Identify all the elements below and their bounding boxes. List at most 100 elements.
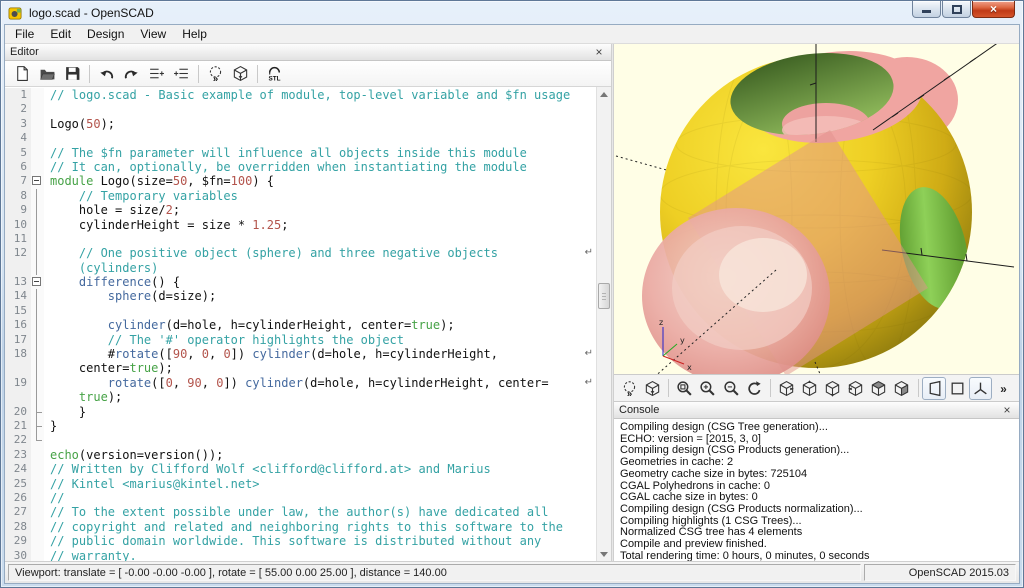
code-line[interactable]: 29// public domain worldwide. This softw… xyxy=(5,534,596,548)
editor-scrollbar[interactable] xyxy=(596,87,611,561)
save-file-button[interactable] xyxy=(60,62,85,85)
view-right-button[interactable] xyxy=(775,377,798,400)
code-line[interactable]: (cylinders) xyxy=(5,261,596,275)
view-left-button[interactable] xyxy=(844,377,867,400)
code-line[interactable]: 18 #rotate([90, 0, 0]) cylinder(d=hole, … xyxy=(5,347,596,361)
zoom-out-button[interactable] xyxy=(719,377,742,400)
scroll-down-arrow-icon[interactable] xyxy=(597,547,611,561)
line-number: 10 xyxy=(5,218,31,232)
code-line[interactable]: 15 xyxy=(5,304,596,318)
menu-file[interactable]: File xyxy=(7,25,42,43)
code-text: hole = size/2; xyxy=(44,203,596,217)
code-line[interactable]: 20 } xyxy=(5,405,596,419)
scrollbar-thumb[interactable] xyxy=(598,283,610,309)
orthogonal-button[interactable] xyxy=(946,377,969,400)
code-line[interactable]: 30// warranty. xyxy=(5,549,596,562)
toolbar-separator xyxy=(89,65,90,83)
code-line[interactable]: 4 xyxy=(5,131,596,145)
fold-margin[interactable] xyxy=(31,174,44,188)
zoom-all-button[interactable] xyxy=(673,377,696,400)
line-number: 13 xyxy=(5,275,31,289)
3d-viewport[interactable]: z y x xyxy=(614,44,1019,374)
code-text: // xyxy=(44,491,596,505)
code-line[interactable]: 16 cylinder(d=hole, h=cylinderHeight, ce… xyxy=(5,318,596,332)
code-line[interactable]: 5// The $fn parameter will influence all… xyxy=(5,146,596,160)
line-number: 22 xyxy=(5,433,31,447)
reset-view-button[interactable] xyxy=(743,377,766,400)
view-bottom-button[interactable] xyxy=(821,377,844,400)
code-line[interactable]: 17 // The '#' operator highlights the ob… xyxy=(5,333,596,347)
line-number: 23 xyxy=(5,448,31,462)
menu-view[interactable]: View xyxy=(132,25,174,43)
undo-button[interactable] xyxy=(94,62,119,85)
render-button[interactable] xyxy=(228,62,253,85)
code-text: true); xyxy=(44,390,596,404)
code-line[interactable]: 9 hole = size/2; xyxy=(5,203,596,217)
unindent-button[interactable] xyxy=(144,62,169,85)
code-line[interactable]: 24// Written by Clifford Wolf <clifford@… xyxy=(5,462,596,476)
show-axes-button[interactable] xyxy=(969,377,992,400)
more-button[interactable]: » xyxy=(992,377,1015,400)
code-text xyxy=(44,131,596,145)
code-line[interactable]: 28// copyright and related and neighbori… xyxy=(5,520,596,534)
scroll-up-arrow-icon[interactable] xyxy=(597,87,611,101)
render-button[interactable] xyxy=(641,377,664,400)
redo-button[interactable] xyxy=(119,62,144,85)
view-diagonal-button[interactable] xyxy=(867,377,890,400)
code-line[interactable]: 23echo(version=version()); xyxy=(5,448,596,462)
indent-button[interactable] xyxy=(169,62,194,85)
new-file-button[interactable] xyxy=(10,62,35,85)
code-line[interactable]: 14 sphere(d=size); xyxy=(5,289,596,303)
code-line[interactable]: 11 xyxy=(5,232,596,246)
code-line[interactable]: 19 rotate([0, 90, 0]) cylinder(d=hole, h… xyxy=(5,376,596,390)
menu-edit[interactable]: Edit xyxy=(42,25,79,43)
code-line[interactable]: 27// To the extent possible under law, t… xyxy=(5,505,596,519)
export-stl-button[interactable]: STL xyxy=(262,62,287,85)
code-line[interactable]: 2 xyxy=(5,102,596,116)
code-line[interactable]: 26// xyxy=(5,491,596,505)
code-line[interactable]: 22 xyxy=(5,433,596,447)
code-line[interactable]: center=true); xyxy=(5,361,596,375)
titlebar[interactable]: logo.scad - OpenSCAD × xyxy=(1,1,1023,23)
code-line[interactable]: 10 cylinderHeight = size * 1.25; xyxy=(5,218,596,232)
code-line[interactable]: 1// logo.scad - Basic example of module,… xyxy=(5,88,596,102)
line-number: 5 xyxy=(5,146,31,160)
code-text: // One positive object (sphere) and thre… xyxy=(44,246,596,260)
fold-margin xyxy=(31,534,44,548)
preview-button[interactable]: » xyxy=(618,377,641,400)
editor-close-icon[interactable]: × xyxy=(592,46,606,59)
code-line[interactable]: 3Logo(50); xyxy=(5,117,596,131)
zoom-in-button[interactable] xyxy=(696,377,719,400)
code-line[interactable]: 7module Logo(size=50, $fn=100) { xyxy=(5,174,596,188)
view-top-button[interactable] xyxy=(798,377,821,400)
code-text: // Kintel <marius@kintel.net> xyxy=(44,477,596,491)
line-number xyxy=(5,261,31,275)
perspective-button[interactable] xyxy=(922,377,945,400)
code-line[interactable]: 8 // Temporary variables xyxy=(5,189,596,203)
code-line[interactable]: 13 difference() { xyxy=(5,275,596,289)
console-close-icon[interactable]: × xyxy=(1000,404,1014,417)
menu-help[interactable]: Help xyxy=(174,25,215,43)
close-button[interactable]: × xyxy=(972,1,1015,18)
view-center-button[interactable] xyxy=(890,377,913,400)
code-line[interactable]: 12 // One positive object (sphere) and t… xyxy=(5,246,596,260)
line-number: 8 xyxy=(5,189,31,203)
maximize-button[interactable] xyxy=(942,1,971,18)
code-line[interactable]: true); xyxy=(5,390,596,404)
console-line: Compile and preview finished. xyxy=(620,539,1013,551)
code-line[interactable]: 6// It can, optionally, be overridden wh… xyxy=(5,160,596,174)
code-line[interactable]: 21} xyxy=(5,419,596,433)
minimize-button[interactable] xyxy=(912,1,941,18)
menu-design[interactable]: Design xyxy=(79,25,132,43)
code-text: // It can, optionally, be overridden whe… xyxy=(44,160,596,174)
fold-margin[interactable] xyxy=(31,275,44,289)
line-number: 3 xyxy=(5,117,31,131)
code-line[interactable]: 25// Kintel <marius@kintel.net> xyxy=(5,477,596,491)
console-output[interactable]: Compiling design (CSG Tree generation)..… xyxy=(614,419,1019,561)
openscad-window: logo.scad - OpenSCAD × FileEditDesignVie… xyxy=(0,0,1024,588)
preview-button[interactable]: » xyxy=(203,62,228,85)
open-file-button[interactable] xyxy=(35,62,60,85)
wrap-marker-icon: ↵ xyxy=(585,246,593,260)
fold-margin xyxy=(31,218,44,232)
code-editor[interactable]: 1// logo.scad - Basic example of module,… xyxy=(5,87,611,561)
